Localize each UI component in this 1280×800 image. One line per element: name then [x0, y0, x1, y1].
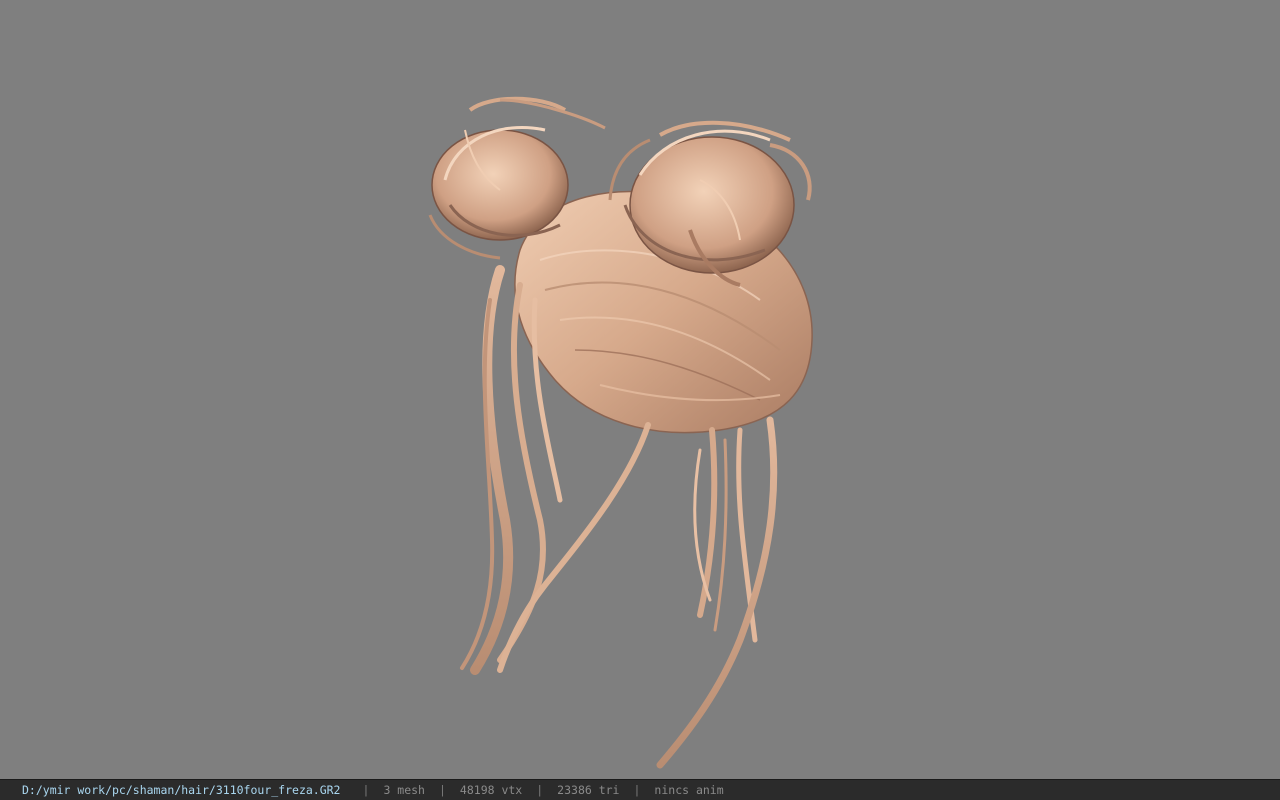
separator: | [536, 783, 544, 797]
hair-right-strands [656, 416, 778, 769]
hair-model-render [428, 96, 813, 769]
separator: | [633, 783, 641, 797]
hair-middle-strand [497, 422, 651, 673]
separator: | [362, 783, 370, 797]
mesh-count: 3 mesh [383, 783, 425, 797]
separator: | [438, 783, 446, 797]
triangle-count: 23386 tri [557, 783, 620, 797]
anim-status: nincs anim [654, 783, 724, 797]
file-path: D:/ymir work/pc/shaman/hair/3110four_fre… [22, 783, 341, 797]
vertex-count: 48198 vtx [459, 783, 523, 797]
3d-viewport[interactable] [0, 0, 1280, 779]
status-bar: D:/ymir work/pc/shaman/hair/3110four_fre… [0, 779, 1280, 800]
